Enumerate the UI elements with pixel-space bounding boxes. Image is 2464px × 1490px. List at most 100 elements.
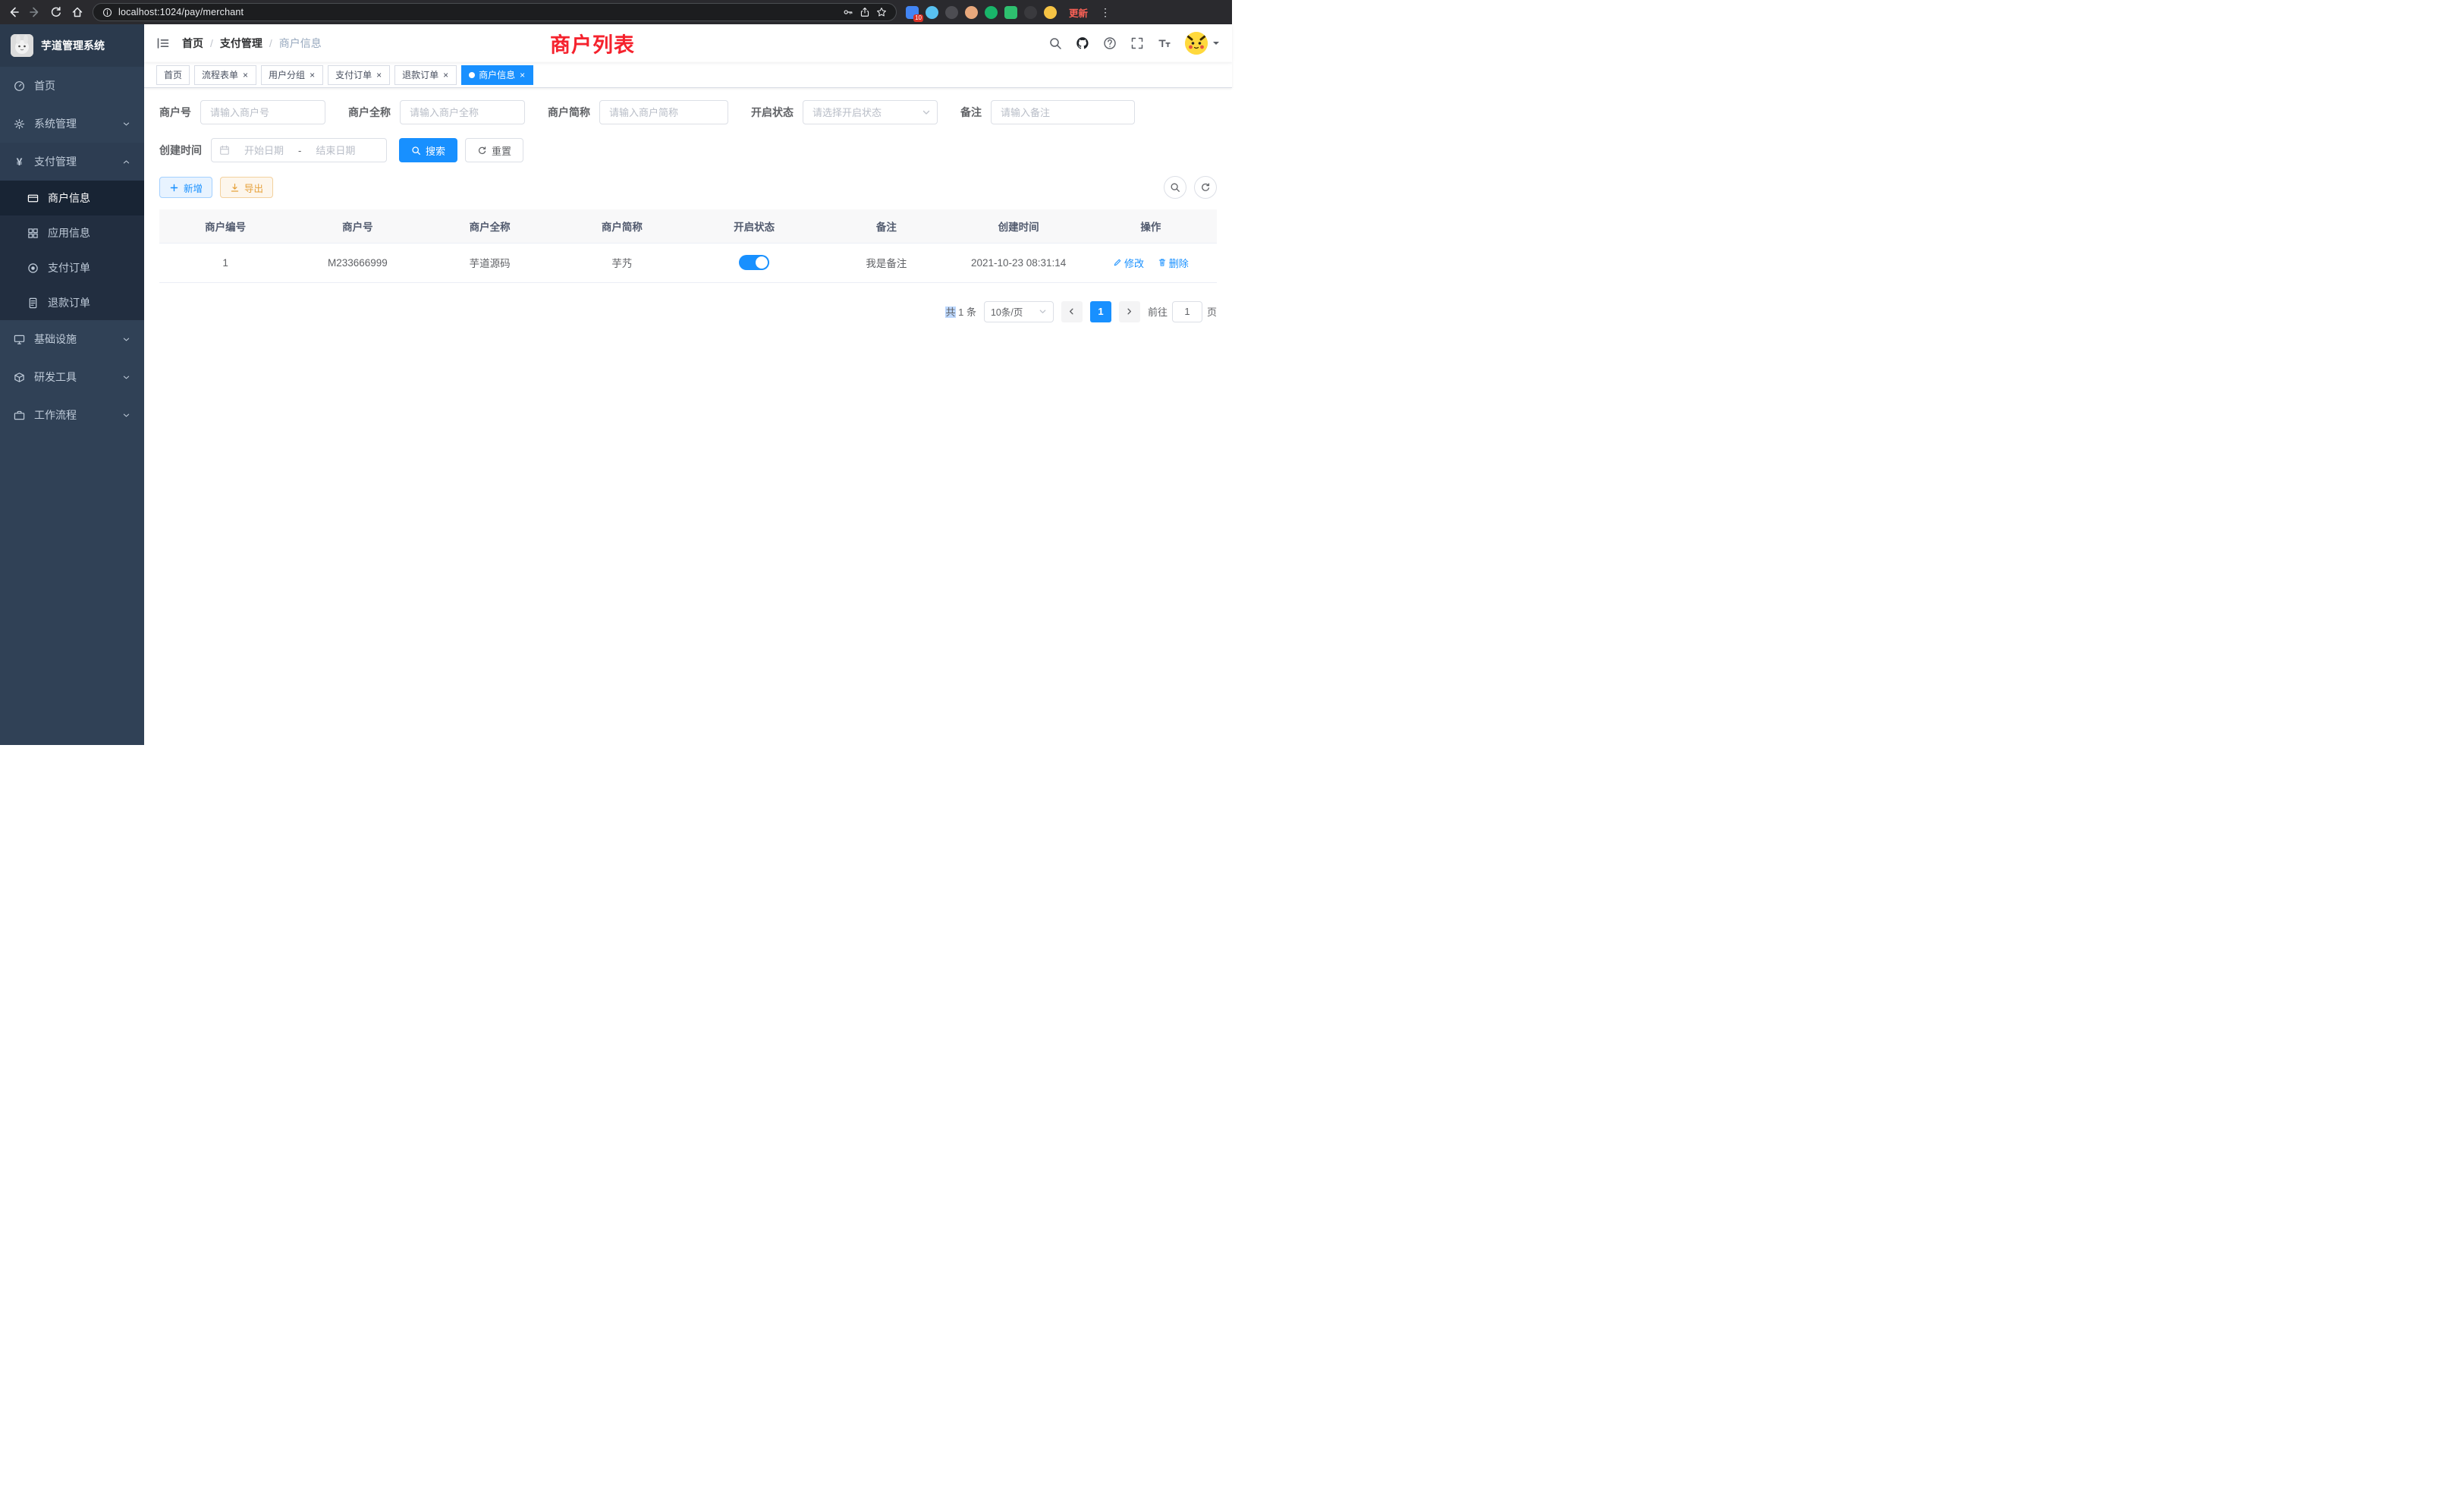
- delete-link[interactable]: 删除: [1158, 256, 1189, 270]
- close-icon[interactable]: ×: [519, 71, 526, 80]
- breadcrumb-payment[interactable]: 支付管理: [220, 36, 262, 51]
- merchant-no-input[interactable]: [200, 100, 325, 124]
- sidebar-logo[interactable]: 芋道管理系统: [0, 24, 144, 67]
- emoji-profile-icon[interactable]: [1044, 6, 1057, 19]
- tab-merchant-info[interactable]: 商户信息×: [461, 65, 533, 85]
- chrome-update-button[interactable]: 更新: [1066, 4, 1091, 21]
- status-select[interactable]: [803, 100, 938, 124]
- search-icon[interactable]: [1048, 36, 1062, 50]
- fullscreen-icon[interactable]: [1130, 36, 1144, 50]
- search-icon: [1170, 182, 1180, 193]
- refresh-table-button[interactable]: [1194, 176, 1217, 199]
- sidebar-item-home[interactable]: 首页: [0, 67, 144, 105]
- export-button[interactable]: 导出: [220, 177, 273, 198]
- font-size-icon[interactable]: [1158, 36, 1171, 50]
- dark-extension-icon[interactable]: [945, 6, 958, 19]
- chrome-menu-kebab-icon[interactable]: ⋮: [1100, 6, 1111, 19]
- tab-refund-order[interactable]: 退款订单×: [394, 65, 457, 85]
- search-button[interactable]: 搜索: [399, 138, 457, 162]
- navbar-actions: [1048, 32, 1220, 55]
- sidebar-item-dev-tools[interactable]: 研发工具: [0, 358, 144, 396]
- info-icon[interactable]: [102, 8, 112, 17]
- date-range-picker[interactable]: -: [211, 138, 387, 162]
- avatar-extension-icon[interactable]: [965, 6, 978, 19]
- goto-page-input[interactable]: [1172, 301, 1202, 322]
- bookmark-star-icon[interactable]: [876, 7, 887, 17]
- sidebar-item-label: 商户信息: [48, 190, 90, 206]
- sidebar-item-infrastructure[interactable]: 基础设施: [0, 320, 144, 358]
- user-menu[interactable]: [1185, 32, 1220, 55]
- close-icon[interactable]: ×: [309, 71, 316, 80]
- date-separator: -: [298, 145, 301, 156]
- close-icon[interactable]: ×: [242, 71, 249, 80]
- remark-input[interactable]: [991, 100, 1135, 124]
- knot-extension-icon[interactable]: [1024, 6, 1037, 19]
- github-icon[interactable]: [1076, 36, 1089, 50]
- reload-icon[interactable]: [50, 6, 62, 18]
- next-page-button[interactable]: [1119, 301, 1140, 322]
- sidebar-item-system[interactable]: 系统管理: [0, 105, 144, 143]
- short-name-input[interactable]: [599, 100, 728, 124]
- sidebar-item-app-info[interactable]: 应用信息: [0, 215, 144, 250]
- sidebar-item-label: 工作流程: [34, 407, 77, 423]
- status-toggle[interactable]: [739, 255, 769, 270]
- date-start-input[interactable]: [234, 145, 294, 156]
- sidebar-item-merchant-info[interactable]: 商户信息: [0, 181, 144, 215]
- home-icon[interactable]: [71, 6, 83, 18]
- edit-link[interactable]: 修改: [1113, 256, 1144, 270]
- close-icon[interactable]: ×: [376, 71, 382, 80]
- green-circle-extension-icon[interactable]: [985, 6, 998, 19]
- toggle-search-button[interactable]: [1164, 176, 1186, 199]
- table-toolbar: 新增 导出: [159, 176, 1217, 199]
- card-icon: [27, 193, 39, 204]
- sidebar-item-payment[interactable]: ¥ 支付管理: [0, 143, 144, 181]
- tab-pay-order[interactable]: 支付订单×: [328, 65, 390, 85]
- breadcrumb-home[interactable]: 首页: [182, 36, 203, 51]
- col-status: 开启状态: [688, 209, 820, 243]
- tab-process-form[interactable]: 流程表单 ×: [194, 65, 256, 85]
- sidebar-item-pay-order[interactable]: 支付订单: [0, 250, 144, 285]
- page-size-select[interactable]: 10条/页: [984, 301, 1054, 322]
- address-bar[interactable]: localhost:1024/pay/merchant: [93, 3, 897, 21]
- sidebar: 芋道管理系统 首页 系统管理 ¥ 支付管理 商户信息 应用信息 支付订单: [0, 24, 144, 745]
- back-icon[interactable]: [8, 6, 20, 18]
- chevron-up-icon: [122, 158, 130, 166]
- add-button[interactable]: 新增: [159, 177, 212, 198]
- share-icon[interactable]: [860, 7, 870, 17]
- tab-user-group[interactable]: 用户分组×: [261, 65, 323, 85]
- pin-extension-icon[interactable]: [926, 6, 938, 19]
- caret-down-icon: [1212, 39, 1220, 47]
- filter-create-time: 创建时间 -: [159, 138, 387, 162]
- grid-extension-icon[interactable]: 10: [906, 6, 919, 19]
- forward-icon[interactable]: [29, 6, 41, 18]
- sidebar-item-label: 基础设施: [34, 332, 77, 347]
- chevron-down-icon: [122, 411, 130, 420]
- full-name-input[interactable]: [400, 100, 525, 124]
- tab-label: 首页: [164, 68, 182, 81]
- top-navbar: 首页 / 支付管理 / 商户信息 商户列表: [144, 24, 1232, 62]
- prev-page-button[interactable]: [1061, 301, 1083, 322]
- toggle-knob: [756, 256, 768, 269]
- sidebar-fold-icon[interactable]: [156, 36, 170, 50]
- tab-home[interactable]: 首页: [156, 65, 190, 85]
- filter-merchant-no: 商户号: [159, 100, 325, 124]
- sidebar-item-workflow[interactable]: 工作流程: [0, 396, 144, 434]
- close-icon[interactable]: ×: [442, 71, 449, 80]
- calendar-icon: [219, 145, 230, 156]
- key-icon[interactable]: [843, 7, 853, 17]
- delete-link-label: 删除: [1169, 256, 1189, 270]
- page-number-button[interactable]: 1: [1090, 301, 1111, 322]
- sidebar-item-label: 研发工具: [34, 369, 77, 385]
- sidebar-item-refund-order[interactable]: 退款订单: [0, 285, 144, 320]
- briefcase-icon: [14, 410, 25, 421]
- reset-button[interactable]: 重置: [465, 138, 523, 162]
- app-frame: 芋道管理系统 首页 系统管理 ¥ 支付管理 商户信息 应用信息 支付订单: [0, 24, 1232, 745]
- chevron-down-icon: [122, 373, 130, 382]
- date-end-input[interactable]: [306, 145, 365, 156]
- help-icon[interactable]: [1103, 36, 1117, 50]
- green-square-extension-icon[interactable]: [1004, 6, 1017, 19]
- goto-page: 前往 页: [1148, 301, 1217, 322]
- sidebar-item-label: 首页: [34, 78, 55, 93]
- tab-label: 流程表单: [202, 68, 238, 81]
- filter-remark: 备注: [960, 100, 1135, 124]
